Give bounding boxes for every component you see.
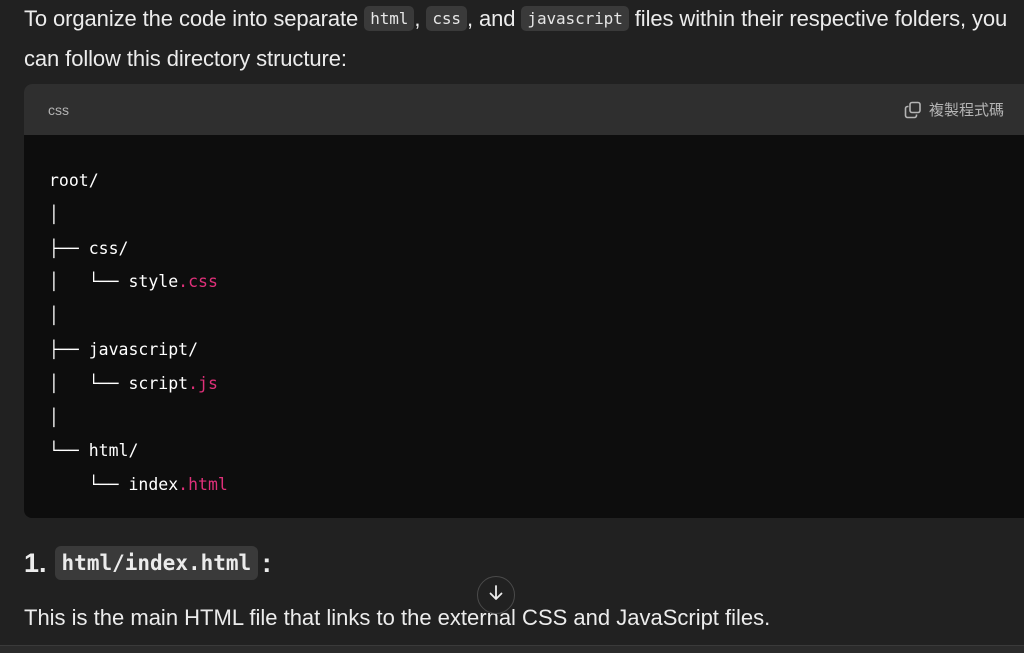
code-language-label: css	[48, 101, 69, 118]
section-paragraph: This is the main HTML file that links to…	[24, 605, 771, 630]
chat-page: To organize the code into separate html,…	[0, 0, 1024, 653]
composer-edge	[0, 645, 1024, 653]
inline-code-javascript: javascript	[521, 6, 629, 31]
section-heading-code: html/index.html	[54, 546, 259, 580]
code-line: │	[49, 407, 59, 427]
arrow-down-icon	[487, 584, 505, 607]
inline-code-css: css	[426, 6, 467, 31]
copy-code-button[interactable]: 複製程式碼	[904, 99, 1004, 120]
copy-icon	[904, 101, 922, 119]
file-extension: .js	[188, 373, 218, 393]
code-line: └── html/	[49, 441, 139, 461]
code-line: │	[49, 204, 59, 224]
section-colon: :	[262, 547, 272, 578]
code-line: ├── javascript/	[49, 339, 199, 359]
intro-text-2: ,	[414, 6, 427, 31]
code-text: │ └── style	[49, 272, 179, 292]
intro-text-1: To organize the code into separate	[24, 6, 365, 31]
inline-code-html: html	[364, 6, 415, 31]
code-line: └── index.html	[49, 468, 1024, 502]
file-extension: .css	[178, 272, 218, 292]
code-text: │ └── script	[49, 373, 189, 393]
copy-code-label: 複製程式碼	[928, 102, 1004, 119]
code-content: root/ │ ├── css/ │ └── style.css │ ├── javasc…	[24, 135, 1024, 502]
section-heading: 1. html/index.html :	[24, 546, 271, 580]
code-line: root/	[49, 171, 99, 190]
code-line: │	[49, 306, 59, 326]
intro-paragraph: To organize the code into separate html,…	[24, 0, 1014, 78]
intro-text-3: , and	[466, 6, 522, 31]
code-block: css 複製程式碼 root/│ ├── css/│ └── style.css │…	[24, 84, 1024, 518]
code-text: └── index	[49, 475, 179, 495]
code-line: │ └── script.js	[49, 367, 1024, 401]
code-line: ├── css/	[49, 238, 129, 258]
section-number: 1.	[24, 547, 47, 578]
code-block-header: css 複製程式碼	[24, 84, 1024, 135]
file-extension: .html	[178, 475, 228, 495]
code-line: │ └── style.css	[49, 265, 1024, 299]
scroll-to-bottom-button[interactable]	[477, 576, 515, 614]
